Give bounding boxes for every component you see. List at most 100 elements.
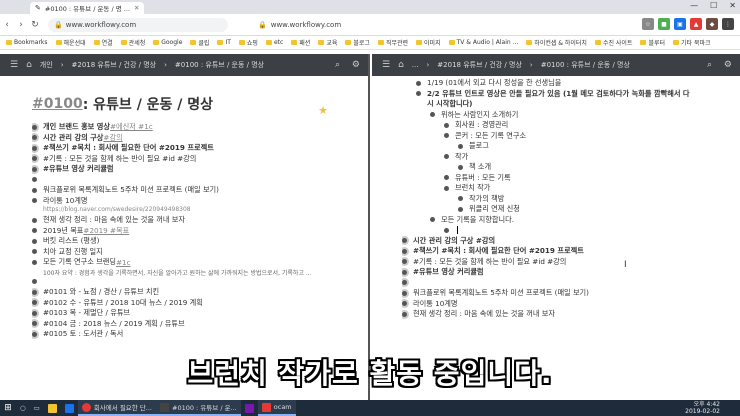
windows-start-icon[interactable]: ⊞ <box>0 403 16 413</box>
search-icon[interactable]: ⌕ <box>335 60 340 70</box>
list-item[interactable]: #책쓰기 #목치 : 회사에 필요한 단어 #2019 프로젝트 <box>402 246 740 257</box>
bullet-icon[interactable] <box>402 259 407 265</box>
bullet-icon[interactable] <box>430 217 435 223</box>
list-item[interactable]: #0101 와 - 뇨점 / 경산 / 유튜브 치킨 <box>32 287 368 298</box>
task-view-icon[interactable]: ▭ <box>30 400 44 416</box>
forward-icon[interactable]: › <box>14 20 28 30</box>
bookmark-item[interactable]: 하이컨셉 & 하이터치 <box>526 38 587 47</box>
bullet-icon[interactable] <box>32 259 37 265</box>
taskbar-app-workflowy[interactable]: #0100 : 유튜브 / 운... <box>156 400 241 416</box>
bullet-icon[interactable] <box>458 206 463 212</box>
menu-icon[interactable]: ☰ <box>382 60 390 70</box>
bullet-icon[interactable] <box>458 164 463 170</box>
bullet-icon[interactable] <box>444 185 449 191</box>
taskbar-app-ocam[interactable]: ocam <box>257 400 296 416</box>
list-item[interactable]: 모든 기록을 지향합니다. <box>402 215 740 226</box>
reload-icon[interactable]: ↻ <box>28 20 42 30</box>
extension-icon[interactable]: ■ <box>658 18 670 30</box>
bullet-icon[interactable] <box>444 154 449 160</box>
bullet-icon[interactable] <box>32 321 37 327</box>
bullet-icon[interactable] <box>32 289 37 295</box>
bookmark-item[interactable]: 직무관련 <box>377 38 408 47</box>
list-item[interactable]: 1/19 (01에서 외교 다시 정성을 한 선생님을 <box>402 78 740 89</box>
list-item[interactable] <box>32 277 368 288</box>
bullet-icon[interactable] <box>444 133 449 139</box>
list-item[interactable]: 작가의 책방 <box>402 194 740 205</box>
list-item[interactable]: 개인 브랜드 홍보 영상 #에신저 #1c <box>32 122 368 133</box>
bookmark-item[interactable]: TV & Audio | Alain ... <box>448 39 518 46</box>
list-item[interactable]: #기록 : 모든 것을 함께 하는 반이 필요 #id #강의 <box>32 154 368 165</box>
bullet-icon[interactable] <box>32 124 37 130</box>
star-icon[interactable]: ☆ <box>642 18 654 30</box>
list-item[interactable]: 라이통 10계명 <box>32 196 368 207</box>
bullet-icon[interactable] <box>32 145 37 151</box>
bullet-icon[interactable] <box>32 177 37 183</box>
home-icon[interactable]: ⌂ <box>398 60 404 70</box>
bullet-icon[interactable] <box>32 217 37 223</box>
bookmark-item[interactable]: Google <box>153 39 182 46</box>
url-input-right[interactable]: 🔒 www.workflowy.com <box>258 18 341 32</box>
list-item[interactable] <box>402 225 740 236</box>
search-icon[interactable]: ○ <box>16 400 30 416</box>
note-link[interactable]: https://blog.naver.com/swedesire/2209494… <box>32 206 368 215</box>
maximize-icon[interactable]: ☐ <box>710 1 717 10</box>
list-item[interactable]: 현재 생각 정리 : 마음 속에 있는 것을 꺼내 보자 <box>32 215 368 226</box>
tag-link[interactable]: #1c <box>116 258 131 267</box>
bookmark-item[interactable]: etc <box>265 39 283 46</box>
bookmark-item[interactable]: 관세청 <box>120 38 145 47</box>
bullet-icon[interactable] <box>416 80 421 86</box>
bullet-icon[interactable] <box>402 290 407 296</box>
list-item[interactable]: 시간 관리 강의 구상 #강의 <box>32 133 368 144</box>
taskbar-app-chrome[interactable]: 회사에서 필요한 단... <box>77 400 156 416</box>
browser-tab[interactable]: ✎ #0100 : 유튜브 / 운동 / 명 ... ✕ <box>30 2 145 14</box>
bullet-icon[interactable] <box>32 135 37 141</box>
list-item[interactable]: 유튜버 : 모든 기록 <box>402 173 740 184</box>
bullet-icon[interactable] <box>32 187 37 193</box>
bookmark-item[interactable]: 수진 사이트 <box>594 38 632 47</box>
list-item[interactable]: #유튜브 영상 커리큘럼 <box>402 267 740 278</box>
bullet-icon[interactable] <box>32 238 37 244</box>
gear-icon[interactable]: ⚙ <box>352 60 360 70</box>
onenote-icon[interactable] <box>241 400 258 416</box>
menu-icon[interactable]: ⋮ <box>722 18 734 30</box>
list-item[interactable]: 블로그 <box>402 141 740 152</box>
list-item[interactable]: 치아 교정 진행 일지 <box>32 247 368 258</box>
bullet-icon[interactable] <box>458 143 463 149</box>
home-icon[interactable]: ⌂ <box>26 60 32 70</box>
list-item[interactable]: #책쓰기 #목치 : 회사에 필요한 단어 #2019 프로젝트 <box>32 143 368 154</box>
list-item[interactable]: 2019년 목표 #2019 #목표 <box>32 226 368 237</box>
bookmark-item[interactable]: 블로그 <box>345 38 370 47</box>
bullet-icon[interactable] <box>402 301 407 307</box>
list-item[interactable] <box>32 175 368 186</box>
bookmark-item[interactable]: 연결 <box>93 38 113 47</box>
bookmark-item[interactable]: IT <box>217 39 231 46</box>
bullet-icon[interactable] <box>32 228 37 234</box>
bullet-icon[interactable] <box>444 175 449 181</box>
list-item[interactable]: #0102 수 - 유튜브 / 2018 10대 뉴스 / 2019 계획 <box>32 298 368 309</box>
bullet-icon[interactable] <box>444 122 449 128</box>
bookmark-item[interactable]: 해운선대 <box>55 38 86 47</box>
bookmark-item[interactable]: 이미지 <box>416 38 441 47</box>
bullet-icon[interactable] <box>402 248 407 254</box>
list-item[interactable]: 콘커 : 모든 기록 연구소 <box>402 131 740 142</box>
list-item[interactable] <box>402 278 740 289</box>
list-item[interactable]: #유튜브 영상 커리큘럼 <box>32 164 368 175</box>
bullet-icon[interactable] <box>32 166 37 172</box>
breadcrumb-item[interactable]: #2018 유튜브 / 건강 / 명상 <box>437 60 522 70</box>
bullet-icon[interactable] <box>444 227 449 233</box>
breadcrumb-item[interactable]: 개인 <box>40 60 53 70</box>
title-tag[interactable]: #0100 <box>32 96 83 112</box>
extension-icon[interactable]: ▲ <box>690 18 702 30</box>
tag-link[interactable]: #에신저 #1c <box>110 122 153 132</box>
bullet-icon[interactable] <box>32 249 37 255</box>
breadcrumb-item[interactable]: #0100 : 유튜브 / 운동 / 명상 <box>541 60 630 70</box>
bullet-icon[interactable] <box>416 91 421 97</box>
bullet-icon[interactable] <box>32 310 37 316</box>
tag-link[interactable]: #강의 <box>103 133 122 143</box>
bookmark-item[interactable]: 교육 <box>318 38 337 47</box>
bookmark-item[interactable]: 패션 <box>291 38 310 47</box>
bullet-icon[interactable] <box>402 280 407 286</box>
bullet-icon[interactable] <box>32 198 37 204</box>
breadcrumb-item[interactable]: #2018 유튜브 / 건강 / 명상 <box>72 60 157 70</box>
bullet-icon[interactable] <box>402 311 407 317</box>
